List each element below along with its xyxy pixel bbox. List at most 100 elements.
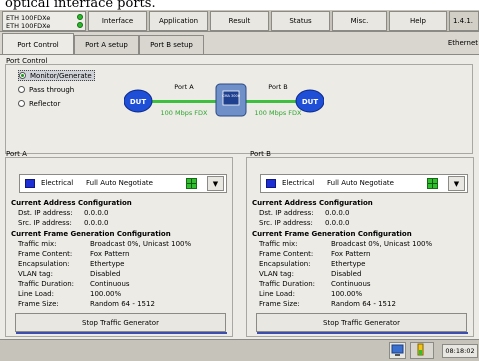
vlan-tag-label: VLAN tag: [259,270,294,278]
radio-label: Monitor/Generate [30,71,92,80]
radio-selected-icon [19,72,26,79]
src-ip-value: 0.0.0.0 [84,219,109,227]
battery-icon [410,342,434,359]
topology-diagram: DUT DUT CMA 3000 Port A Port B 100 Mbps … [124,83,324,117]
dropdown-arrow-icon[interactable]: ▼ [207,176,224,191]
radio-icon [18,100,25,107]
caption-text: optical interface ports. [5,0,156,10]
interface-value: Electrical [41,179,74,187]
status-led-icon [77,14,83,20]
grid-icon [427,178,438,189]
encapsulation-label: Encapsulation: [259,260,311,268]
traffic-duration-label: Traffic Duration: [18,280,75,288]
section-label: Ethernet [447,39,478,47]
negotiation-value: Full Auto Negotiate [327,179,394,187]
frame-size-value: Random 64 - 1512 [331,300,396,308]
radio-icon [18,86,25,93]
frame-content-value: Fox Pattern [90,250,130,258]
document-caption: optical interface ports. [0,0,479,10]
line-load-label: Line Load: [259,290,295,298]
encapsulation-value: Ethertype [331,260,366,268]
port-control-page: Port Control Monitor/Generate Pass throu… [0,54,479,339]
radio-label: Pass through [29,85,75,94]
dst-ip-value: 0.0.0.0 [325,209,350,217]
src-ip-value: 0.0.0.0 [325,219,350,227]
grid-icon [186,178,197,189]
menu-misc[interactable]: Misc. [332,11,387,31]
stop-traffic-button-port-b[interactable]: Stop Traffic Generator [256,313,468,334]
frame-content-label: Frame Content: [18,250,73,258]
line-load-value: 100.00% [90,290,122,298]
electrical-icon [25,179,35,188]
src-ip-label: Src. IP address: [18,219,72,227]
clock-display: 08:18:02 [442,344,478,358]
frame-config-heading: Current Frame Generation Configuration [11,230,171,238]
dut-right-label: DUT [302,98,318,106]
traffic-mix-value: Broadcast 0%, Unicast 100% [90,240,192,248]
mode-monitor-generate-radio[interactable]: Monitor/Generate [18,70,95,81]
traffic-duration-label: Traffic Duration: [259,280,316,288]
version-label: 1.4.1. [449,11,479,31]
traffic-duration-value: Continuous [90,280,130,288]
frame-config-heading: Current Frame Generation Configuration [252,230,412,238]
port-a-label: Port A [174,83,194,91]
network-icon[interactable] [389,342,406,359]
traffic-mix-label: Traffic mix: [259,240,298,248]
menu-application[interactable]: Application [149,11,208,31]
menu-result[interactable]: Result [210,11,269,31]
encapsulation-label: Encapsulation: [18,260,70,268]
vlan-tag-value: Disabled [331,270,362,278]
line-load-label: Line Load: [18,290,54,298]
port-a-panel: Electrical Full Auto Negotiate ▼ Current… [5,157,233,337]
device-label: CMA 3000 [222,94,240,98]
app-window: ETH 100FDXe ETH 100FDXe Interface Applic… [0,10,479,361]
status-led-icon [77,22,83,28]
mode-reflector-radio[interactable]: Reflector [18,98,60,109]
dst-ip-value: 0.0.0.0 [84,209,109,217]
traffic-mix-value: Broadcast 0%, Unicast 100% [331,240,433,248]
speed-a-label: 100 Mbps FDX [161,109,209,117]
address-config-heading: Current Address Configuration [11,199,132,207]
tab-port-b-setup[interactable]: Port B setup [139,35,204,54]
electrical-icon [266,179,276,188]
encapsulation-value: Ethertype [90,260,125,268]
frame-size-value: Random 64 - 1512 [90,300,155,308]
tab-bar: Port Control Port A setup Port B setup E… [0,33,479,55]
frame-size-label: Frame Size: [259,300,300,308]
link-a-line [146,100,218,103]
frame-size-label: Frame Size: [18,300,59,308]
dropdown-arrow-icon[interactable]: ▼ [448,176,465,191]
port-a-interface-select[interactable]: Electrical Full Auto Negotiate ▼ [19,174,227,193]
frame-content-label: Frame Content: [259,250,314,258]
dst-ip-label: Dst. IP address: [259,209,314,217]
port-b-interface-select[interactable]: Electrical Full Auto Negotiate ▼ [260,174,468,193]
line-load-value: 100.00% [331,290,363,298]
menu-interface[interactable]: Interface [88,11,147,31]
radio-label: Reflector [29,99,61,108]
interface-value: Electrical [282,179,315,187]
src-ip-label: Src. IP address: [259,219,313,227]
negotiation-value: Full Auto Negotiate [86,179,153,187]
module-line-1: ETH 100FDXe [6,14,51,22]
menu-help[interactable]: Help [389,11,447,31]
module-line-2: ETH 100FDXe [6,22,51,30]
menu-status[interactable]: Status [271,11,330,31]
traffic-duration-value: Continuous [331,280,371,288]
tab-port-control[interactable]: Port Control [2,33,74,55]
menu-bar: ETH 100FDXe ETH 100FDXe Interface Applic… [0,10,479,32]
dst-ip-label: Dst. IP address: [18,209,73,217]
speed-b-label: 100 Mbps FDX [255,109,303,117]
port-b-panel: Electrical Full Auto Negotiate ▼ Current… [246,157,474,337]
frame-content-value: Fox Pattern [331,250,371,258]
vlan-tag-label: VLAN tag: [18,270,53,278]
module-selector[interactable]: ETH 100FDXe ETH 100FDXe [2,11,86,31]
mode-pass-through-radio[interactable]: Pass through [18,84,74,95]
port-b-label: Port B [268,83,287,91]
tab-port-a-setup[interactable]: Port A setup [74,35,139,54]
dut-left-label: DUT [130,98,146,106]
traffic-mix-label: Traffic mix: [18,240,57,248]
address-config-heading: Current Address Configuration [252,199,373,207]
stop-traffic-button-port-a[interactable]: Stop Traffic Generator [15,313,227,334]
status-bar: 08:18:02 [0,339,479,361]
vlan-tag-value: Disabled [90,270,121,278]
